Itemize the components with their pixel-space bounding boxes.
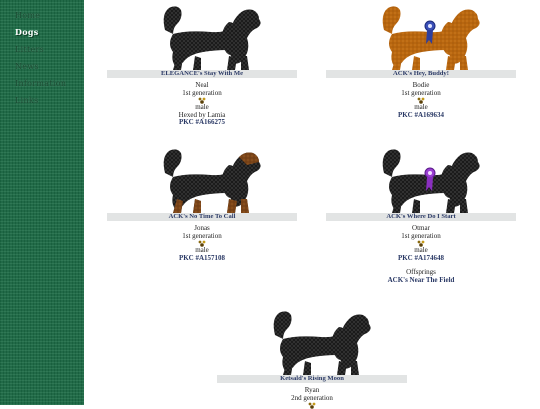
dog-name-bar[interactable]: Ketsald's Rising Moon [217,375,407,383]
dog-registration: PKC #A169634 [397,110,445,119]
dog-generation: 2nd generation [291,393,333,402]
dog-photo[interactable] [107,0,297,70]
dog-generation: 1st generation [401,88,441,97]
dog-card: ELEGANCE's Stay With Me Neal 1st generat… [107,0,297,127]
dog-photo[interactable] [107,143,297,213]
dog-card: ACK's No Time To Call Jonas 1st generati… [107,143,297,262]
dog-registration: PKC #A174648 [397,253,445,262]
nav-item-litters[interactable]: Litters [15,45,44,54]
dog-card: Ketsald's Rising Moon Ryan 2nd generatio… [217,305,407,409]
dog-photo[interactable] [326,0,516,70]
dog-photo[interactable] [326,143,516,213]
dog-generation: 1st generation [401,231,441,240]
dog-name-bar[interactable]: ELEGANCE's Stay With Me [107,70,297,78]
nav-item-dogs[interactable]: Dogs [15,27,39,37]
dog-name-bar[interactable]: ACK's No Time To Call [107,213,297,221]
nav-item-home[interactable]: Home [15,11,40,20]
nav-item-information[interactable]: Information [15,79,66,88]
sidebar: Home Dogs Litters News Information Links [0,0,84,405]
dog-registration: PKC #A157108 [178,253,226,262]
dog-name-bar[interactable]: ACK's Hey, Buddy! [326,70,516,78]
nav-item-links[interactable]: Links [15,96,38,105]
paw-icon [308,402,316,409]
dog-name-bar[interactable]: ACK's Where Do I Start [326,213,516,221]
dog-card: ACK's Where Do I Start Otmar 1st generat… [326,143,516,285]
dog-generation: 1st generation [182,231,222,240]
dog-registration: PKC #A166275 [178,118,226,127]
nav-item-news[interactable]: News [15,62,39,71]
dog-photo[interactable] [217,305,407,375]
dog-generation: 1st generation [182,88,222,97]
dog-card: ACK's Hey, Buddy! Bodie 1st generation m… [326,0,516,119]
offspring-link[interactable]: ACK's Near The Field [326,276,516,285]
